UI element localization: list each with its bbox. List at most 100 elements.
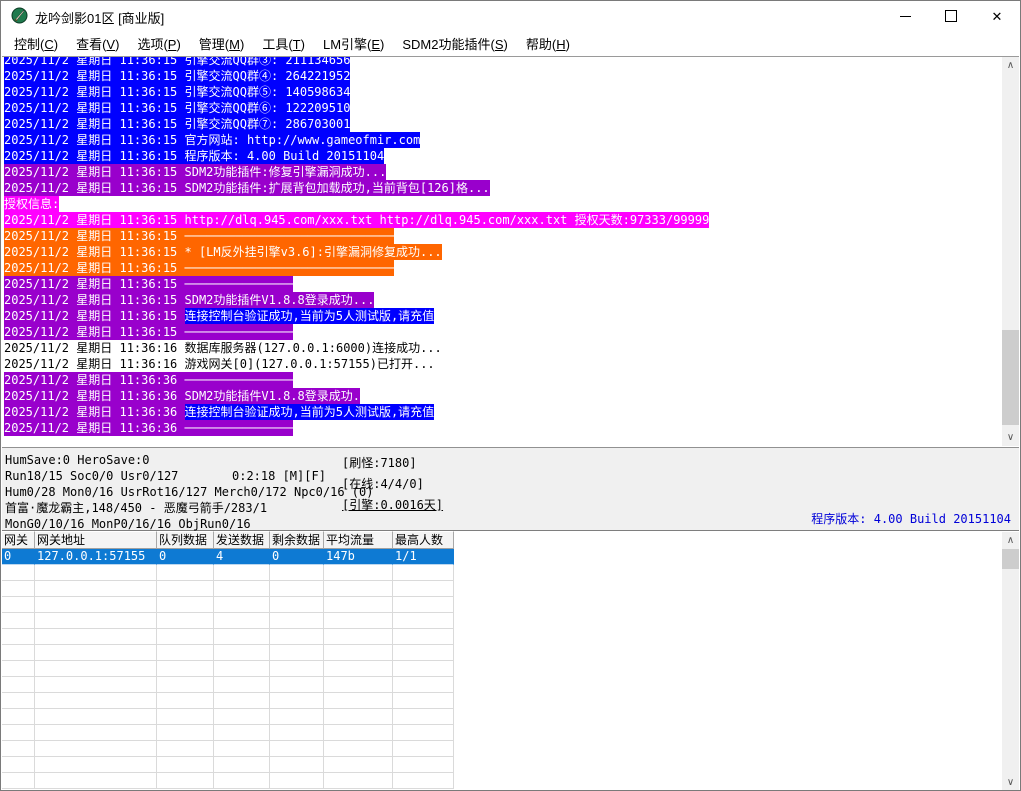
log-segment: 2025/11/2 星期日 11:36:15 * [LM反外挂引擎v3.6]:引… xyxy=(4,244,442,260)
table-cell xyxy=(270,613,324,629)
version-text: 程序版本: 4.00 Build 20151104 xyxy=(811,512,1011,526)
menu-item-h[interactable]: 帮助(H) xyxy=(517,31,579,56)
scroll-down-icon[interactable]: ∨ xyxy=(1002,429,1019,446)
table-cell xyxy=(157,693,214,709)
column-header[interactable]: 最高人数 xyxy=(393,531,454,549)
column-header[interactable]: 平均流量 xyxy=(324,531,393,549)
log-scrollbar-thumb[interactable] xyxy=(1002,330,1019,425)
table-cell xyxy=(35,581,157,597)
log-segment: 2025/11/2 星期日 11:36:15 ─────────────────… xyxy=(4,260,395,276)
scroll-up-icon[interactable]: ∧ xyxy=(1002,57,1019,74)
scroll-up-icon[interactable]: ∧ xyxy=(1002,532,1019,549)
table-cell xyxy=(157,757,214,773)
table-cell xyxy=(35,773,157,789)
log-segment: 连接控制台验证成功,当前为5人测试版,请充值 xyxy=(184,404,435,420)
table-cell xyxy=(270,741,324,757)
table-header-row: 网关 网关地址 队列数据 发送数据 剩余数据 平均流量 最高人数 xyxy=(2,531,1019,549)
menu-item-p[interactable]: 选项(P) xyxy=(128,31,189,56)
menu-item-s[interactable]: SDM2功能插件(S) xyxy=(393,31,516,56)
log-scrollbar[interactable]: ∧ ∨ xyxy=(1002,57,1019,446)
table-row[interactable] xyxy=(2,597,1019,613)
menu-item-label: 帮助( xyxy=(525,37,557,52)
table-cell xyxy=(393,597,454,613)
table-cell xyxy=(393,693,454,709)
table-row[interactable] xyxy=(2,613,1019,629)
table-cell xyxy=(324,581,393,597)
table-row[interactable] xyxy=(2,709,1019,725)
table-row[interactable] xyxy=(2,661,1019,677)
menu-item-label: E xyxy=(371,37,381,52)
table-cell xyxy=(393,725,454,741)
table-cell xyxy=(35,629,157,645)
server-log[interactable]: 2025/11/2 星期日 11:36:15 引擎交流QQ群③: 2111346… xyxy=(2,56,1019,448)
table-cell xyxy=(2,693,35,709)
table-cell xyxy=(35,741,157,757)
log-line: 2025/11/2 星期日 11:36:15 SDM2功能插件:修复引擎漏洞成功… xyxy=(4,164,1019,180)
log-segment: 2025/11/2 星期日 11:36:15 ─────────────────… xyxy=(4,228,395,244)
menu-item-v[interactable]: 查看(V) xyxy=(67,31,128,56)
log-segment: 2025/11/2 星期日 11:36:16 游戏网关[0](127.0.0.1… xyxy=(4,356,435,372)
table-cell xyxy=(157,581,214,597)
table-row[interactable] xyxy=(2,629,1019,645)
column-header[interactable]: 队列数据 xyxy=(157,531,214,549)
menu-item-label: 管理( xyxy=(198,37,230,52)
table-cell: 1/1 xyxy=(393,549,454,565)
log-line: 2025/11/2 星期日 11:36:15 ─────────────── xyxy=(4,276,1019,292)
table-cell xyxy=(270,677,324,693)
table-row[interactable] xyxy=(2,741,1019,757)
table-cell xyxy=(2,581,35,597)
column-header[interactable]: 发送数据 xyxy=(214,531,270,549)
column-header[interactable]: 剩余数据 xyxy=(270,531,324,549)
table-cell xyxy=(324,741,393,757)
menu-item-label: LM引擎( xyxy=(322,37,372,52)
table-cell xyxy=(214,677,270,693)
table-cell xyxy=(35,613,157,629)
table-cell xyxy=(35,725,157,741)
maximize-button[interactable] xyxy=(928,1,974,31)
scroll-down-icon[interactable]: ∨ xyxy=(1002,774,1019,790)
table-cell xyxy=(270,725,324,741)
stats-line: MonG0/10/16 MonP0/16/16 ObjRun0/16 xyxy=(5,517,251,531)
log-segment: 2025/11/2 星期日 11:36:15 SDM2功能插件:扩展背包加载成功… xyxy=(4,180,490,196)
table-row[interactable] xyxy=(2,693,1019,709)
table-row[interactable] xyxy=(2,581,1019,597)
menu-item-t[interactable]: 工具(T) xyxy=(253,31,314,56)
column-header[interactable]: 网关 xyxy=(2,531,35,549)
stats-line: 首富·魔龙霸主,148/450 - 恶魔弓箭手/283/1 xyxy=(5,501,268,515)
table-cell xyxy=(35,597,157,613)
table-cell xyxy=(393,565,454,581)
table-row[interactable]: 0 127.0.0.1:57155 0 4 0 147b 1/1 xyxy=(2,549,1019,565)
table-row[interactable] xyxy=(2,773,1019,789)
menu-item-e[interactable]: LM引擎(E) xyxy=(314,31,393,56)
menu-item-m[interactable]: 管理(M) xyxy=(190,31,254,56)
table-cell xyxy=(270,661,324,677)
table-row[interactable] xyxy=(2,725,1019,741)
table-row[interactable] xyxy=(2,645,1019,661)
menu-item-label: V xyxy=(106,37,116,52)
table-scrollbar-thumb[interactable] xyxy=(1002,549,1019,569)
table-cell xyxy=(393,629,454,645)
log-segment xyxy=(441,244,493,260)
window-title: 龙吟剑影01区 [商业版] xyxy=(35,11,165,26)
minimize-button[interactable] xyxy=(882,1,928,31)
table-cell xyxy=(2,565,35,581)
table-row[interactable] xyxy=(2,565,1019,581)
status-panel: HumSave:0 HeroSave:0 Run18/15 Soc0/0 Usr0… xyxy=(2,447,1019,531)
log-segment: 连接控制台验证成功,当前为5人测试版,请充值 xyxy=(184,308,435,324)
close-button[interactable]: ✕ xyxy=(974,1,1020,31)
menu-item-c[interactable]: 控制(C) xyxy=(5,31,67,56)
menu-item-label: ) xyxy=(53,37,59,52)
column-header[interactable]: 网关地址 xyxy=(35,531,157,549)
table-cell xyxy=(157,677,214,693)
table-cell xyxy=(157,613,214,629)
log-segment: 2025/11/2 星期日 11:36:36 xyxy=(4,404,185,420)
table-cell xyxy=(35,645,157,661)
table-row[interactable] xyxy=(2,757,1019,773)
stats-line: Hum0/28 Mon0/16 UsrRot16/127 Merch0/172 … xyxy=(5,485,374,499)
table-row[interactable] xyxy=(2,677,1019,693)
table-cell xyxy=(214,565,270,581)
table-scrollbar[interactable]: ∧ ∨ xyxy=(1002,532,1019,790)
gateway-table: 网关 网关地址 队列数据 发送数据 剩余数据 平均流量 最高人数 0 127.0.0.1:57… xyxy=(2,531,1019,790)
table-cell xyxy=(324,565,393,581)
table-cell xyxy=(157,629,214,645)
